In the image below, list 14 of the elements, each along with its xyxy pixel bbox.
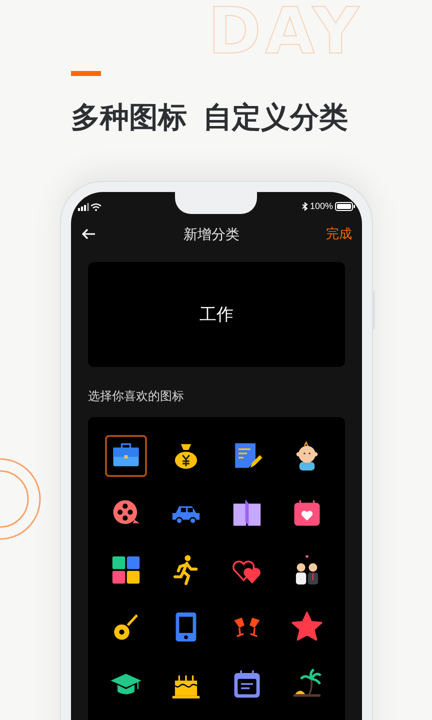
icon-option[interactable] [105,435,148,477]
battery-percentage: 100% [310,200,333,213]
backdrop-text: DAY [208,0,363,64]
section-label: 选择你喜欢的图标 [88,388,185,405]
category-name-field[interactable]: 工作 [88,262,345,367]
done-button[interactable]: 完成 [326,224,352,244]
back-button[interactable] [81,226,97,242]
signal-icon [78,202,89,210]
wifi-icon [91,202,101,210]
screen-title: 新增分类 [184,224,240,244]
bluetooth-icon [302,202,308,211]
accent-bar [71,71,101,76]
headline: 多种图标 自定义分类 [71,100,350,136]
battery-icon [335,202,355,211]
